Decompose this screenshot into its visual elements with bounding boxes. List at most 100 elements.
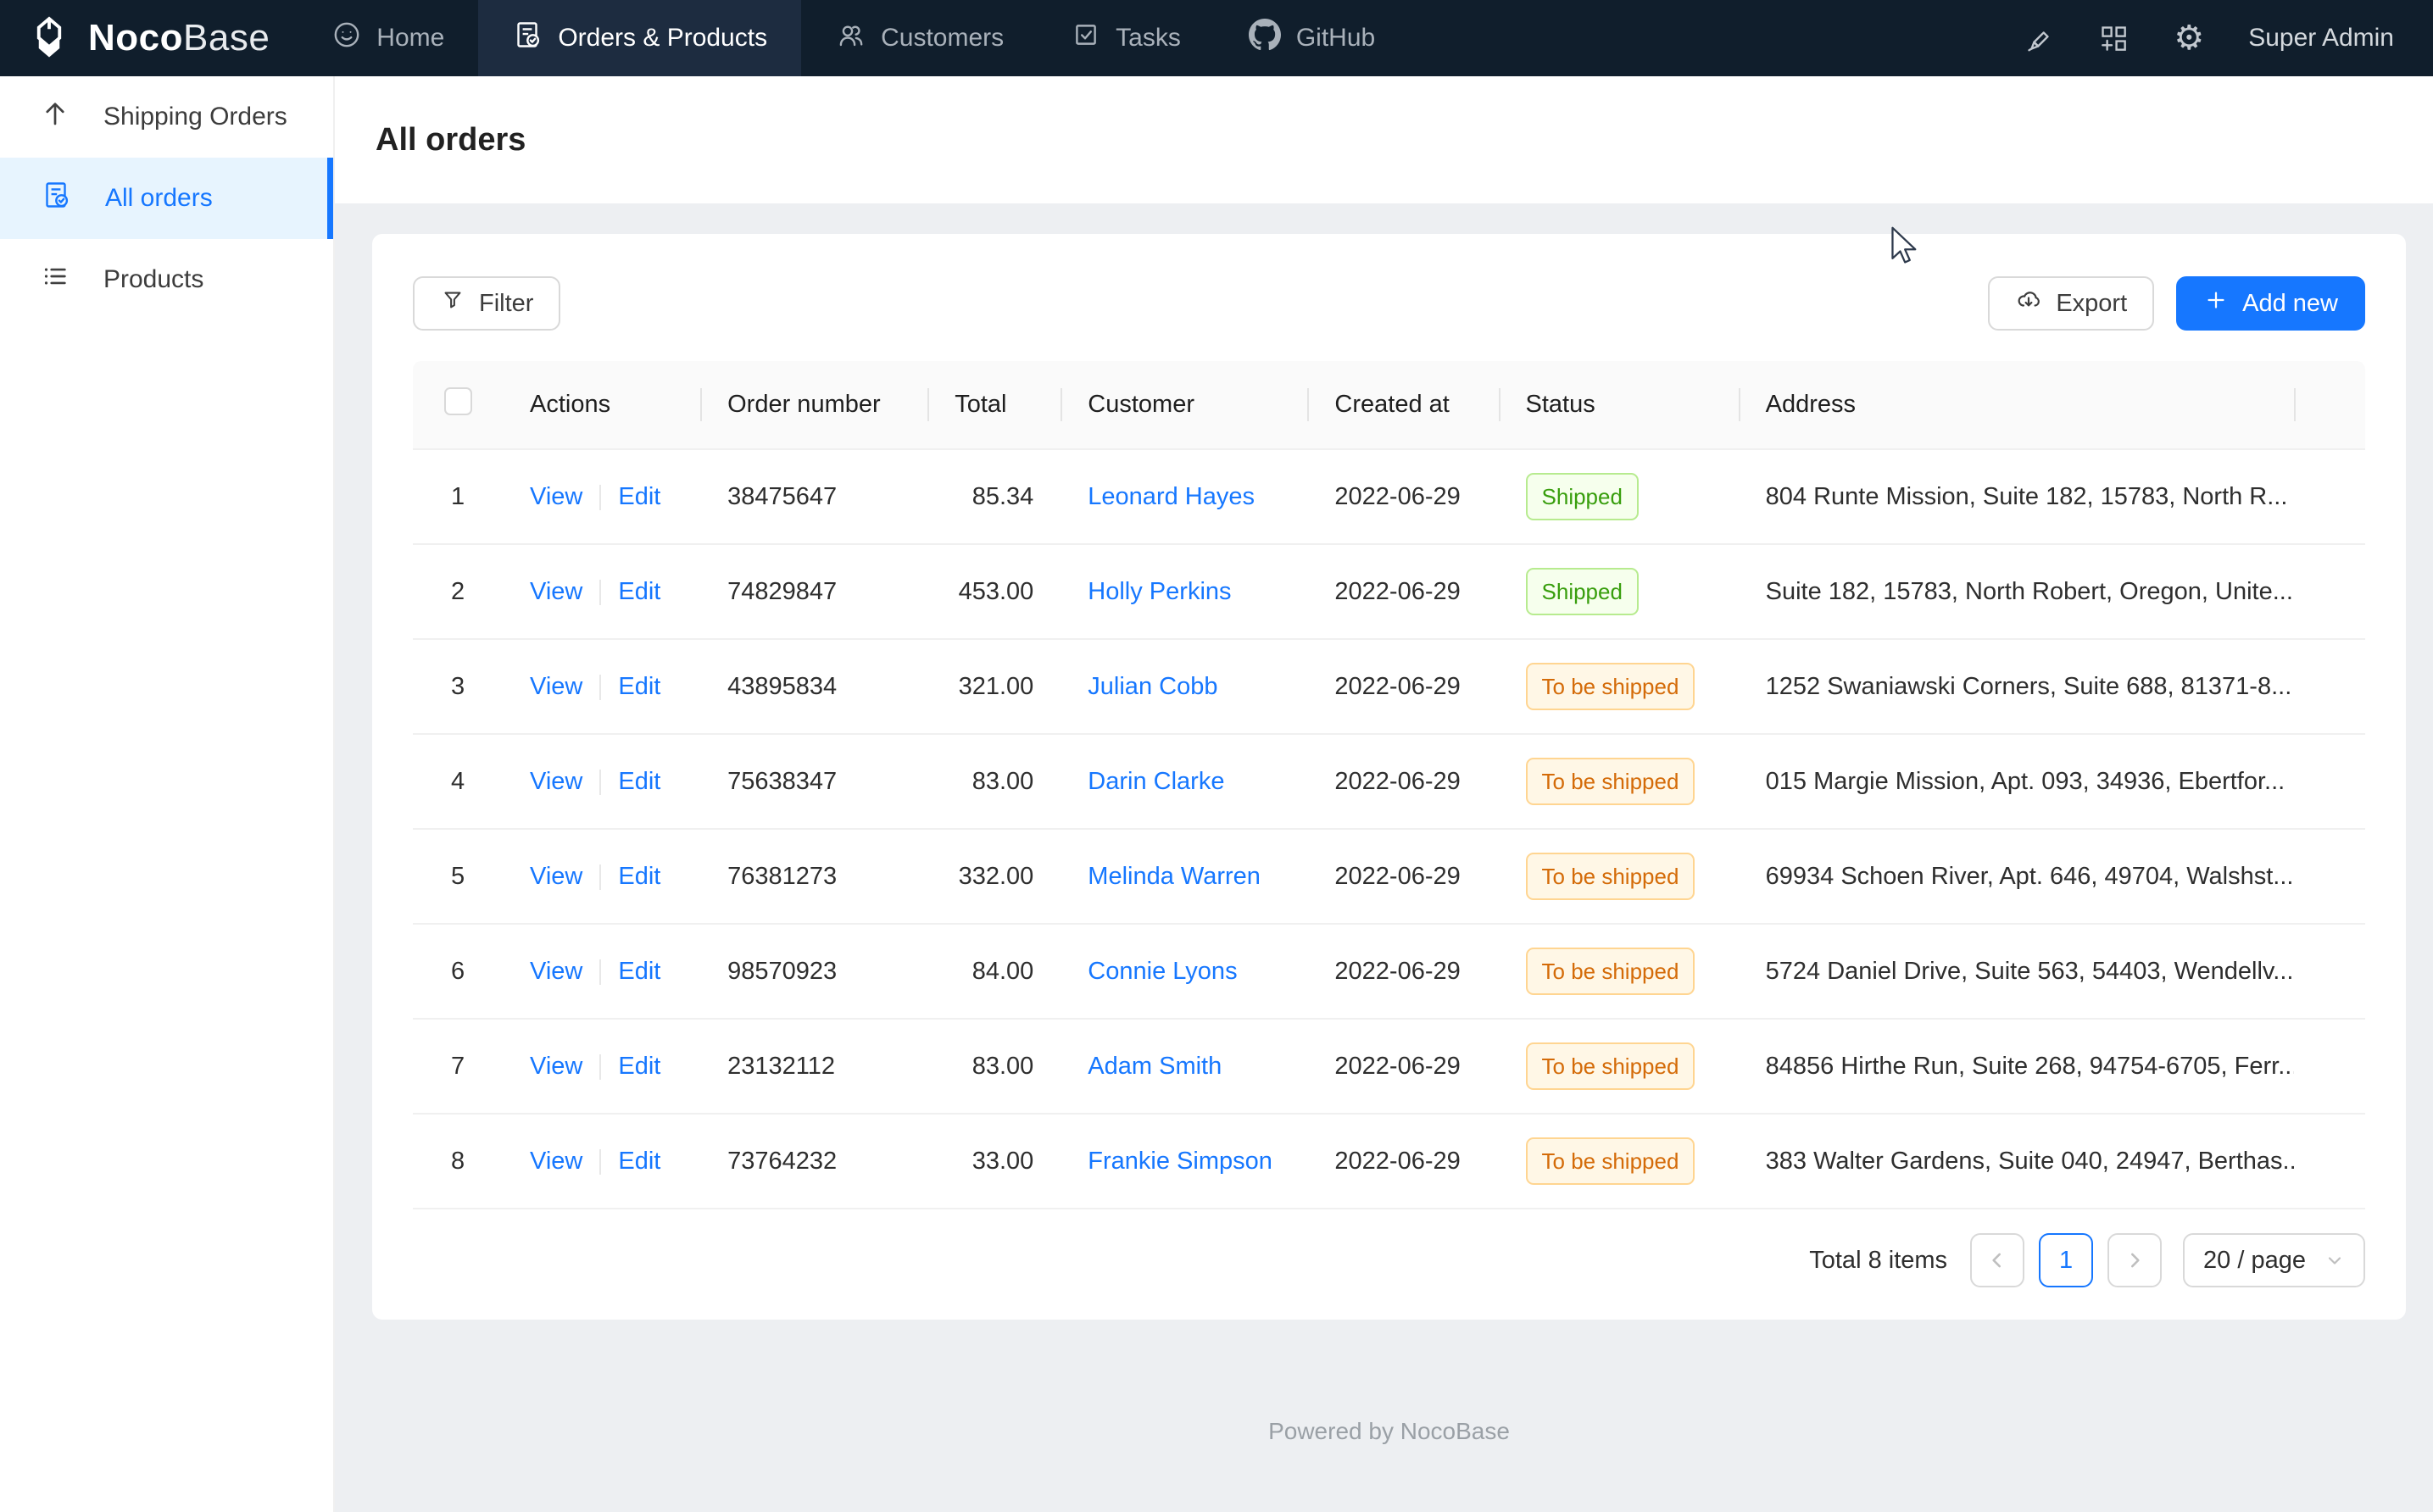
plus-icon — [2203, 287, 2229, 320]
nav-tabs: Home Orders & Products Cust — [298, 0, 1409, 76]
table-row[interactable]: 3 ViewEdit 43895834 321.00 Julian Cobb 2… — [413, 639, 2365, 734]
page-size-select[interactable]: 20 / page — [2183, 1233, 2365, 1287]
customer-link[interactable]: Holly Perkins — [1088, 578, 1231, 605]
customer-link[interactable]: Melinda Warren — [1088, 863, 1261, 890]
address-cell: 1252 Swaniawski Corners, Suite 688, 8137… — [1739, 639, 2294, 734]
actions-cell: View Edit — [503, 639, 700, 734]
total-cell: 84.00 — [927, 924, 1061, 1019]
customer-cell: Frankie Simpson — [1061, 1114, 1307, 1209]
view-link[interactable]: View — [530, 673, 582, 700]
nocobase-logo[interactable]: NocoBase — [0, 0, 298, 76]
sidebar-item-products[interactable]: Products — [0, 239, 333, 320]
pagination-total: Total 8 items — [1809, 1247, 1947, 1275]
address-cell: 84856 Hirthe Run, Suite 268, 94754-6705,… — [1739, 1019, 2294, 1114]
table-row[interactable]: 8 ViewEdit 73764232 33.00 Frankie Simpso… — [413, 1114, 2365, 1209]
prev-page-button[interactable] — [1970, 1233, 2024, 1287]
edit-link[interactable]: Edit — [618, 958, 660, 985]
table-toolbar: Filter Export — [413, 276, 2365, 331]
page-header: All orders — [335, 76, 2433, 203]
table-row[interactable]: 5 ViewEdit 76381273 332.00 Melinda Warre… — [413, 829, 2365, 924]
row-index: 2 — [451, 578, 465, 605]
address-cell: 5724 Daniel Drive, Suite 563, 54403, Wen… — [1739, 924, 2294, 1019]
check-square-icon — [1072, 20, 1100, 56]
total-cell: 83.00 — [927, 734, 1061, 829]
table-row[interactable]: 2 ViewEdit 74829847 453.00 Holly Perkins… — [413, 544, 2365, 639]
edit-link[interactable]: Edit — [618, 1148, 660, 1175]
add-new-button[interactable]: Add new — [2176, 276, 2365, 331]
customer-link[interactable]: Darin Clarke — [1088, 768, 1224, 795]
total-cell: 33.00 — [927, 1114, 1061, 1209]
table-row[interactable]: 7 ViewEdit 23132112 83.00 Adam Smith 202… — [413, 1019, 2365, 1114]
nav-tab-label: Tasks — [1116, 24, 1181, 53]
edit-link[interactable]: Edit — [618, 863, 660, 890]
edit-link[interactable]: Edit — [618, 768, 660, 795]
blocks-add-icon[interactable] — [2097, 22, 2130, 54]
sidebar: Shipping Orders All orders Products — [0, 76, 335, 1512]
gear-icon[interactable]: ⚙ — [2174, 21, 2204, 55]
action-divider — [599, 485, 601, 510]
nav-tab-home[interactable]: Home — [298, 0, 478, 76]
customer-cell: Julian Cobb — [1061, 639, 1307, 734]
edit-link[interactable]: Edit — [618, 578, 660, 605]
address-cell: Suite 182, 15783, North Robert, Oregon, … — [1739, 544, 2294, 639]
view-link[interactable]: View — [530, 863, 582, 890]
table-row[interactable]: 6 ViewEdit 98570923 84.00 Connie Lyons 2… — [413, 924, 2365, 1019]
view-link[interactable]: View — [530, 958, 582, 985]
customer-link[interactable]: Julian Cobb — [1088, 673, 1217, 700]
sidebar-item-shipping-orders[interactable]: Shipping Orders — [0, 76, 333, 158]
row-index: 6 — [451, 958, 465, 985]
actions-cell: View Edit — [503, 924, 700, 1019]
column-empty — [2294, 361, 2365, 449]
nav-tab-orders-products[interactable]: Orders & Products — [478, 0, 801, 76]
address-cell: 804 Runte Mission, Suite 182, 15783, Nor… — [1739, 449, 2294, 544]
table-row[interactable]: 4 ViewEdit 75638347 83.00 Darin Clarke 2… — [413, 734, 2365, 829]
nav-tab-tasks[interactable]: Tasks — [1038, 0, 1215, 76]
order-number-cell: 38475647 — [700, 449, 927, 544]
customer-link[interactable]: Leonard Hayes — [1088, 483, 1255, 510]
status-badge: To be shipped — [1526, 853, 1695, 900]
view-link[interactable]: View — [530, 578, 582, 605]
page-title: All orders — [376, 122, 526, 158]
list-icon — [41, 262, 70, 297]
status-cell: To be shipped — [1499, 734, 1739, 829]
customer-link[interactable]: Frankie Simpson — [1088, 1148, 1272, 1175]
nav-tab-label: Home — [376, 24, 444, 53]
created-at-cell: 2022-06-29 — [1307, 829, 1498, 924]
column-order-number: Order number — [700, 361, 927, 449]
action-divider — [599, 864, 601, 890]
highlighter-icon[interactable] — [2021, 22, 2053, 54]
page-1-button[interactable]: 1 — [2039, 1233, 2093, 1287]
add-new-label: Add new — [2242, 290, 2338, 318]
filter-button[interactable]: Filter — [413, 276, 560, 331]
next-page-button[interactable] — [2107, 1233, 2162, 1287]
status-cell: To be shipped — [1499, 924, 1739, 1019]
content-area: Filter Export — [335, 203, 2433, 1512]
actions-cell: View Edit — [503, 544, 700, 639]
edit-link[interactable]: Edit — [618, 1053, 660, 1080]
select-all-checkbox[interactable] — [444, 387, 472, 415]
user-menu[interactable]: Super Admin — [2248, 24, 2394, 53]
sidebar-item-label: Shipping Orders — [103, 103, 287, 131]
view-link[interactable]: View — [530, 483, 582, 510]
empty-cell — [2294, 829, 2365, 924]
table-row[interactable]: 1 ViewEdit 38475647 85.34 Leonard Hayes … — [413, 449, 2365, 544]
status-cell: Shipped — [1499, 449, 1739, 544]
chevron-down-icon — [2324, 1250, 2345, 1270]
edit-link[interactable]: Edit — [618, 673, 660, 700]
customer-link[interactable]: Adam Smith — [1088, 1053, 1222, 1080]
nav-tab-customers[interactable]: Customers — [801, 0, 1038, 76]
created-at-cell: 2022-06-29 — [1307, 639, 1498, 734]
view-link[interactable]: View — [530, 1053, 582, 1080]
view-link[interactable]: View — [530, 1148, 582, 1175]
customer-link[interactable]: Connie Lyons — [1088, 958, 1237, 985]
nocobase-logo-icon — [25, 13, 73, 64]
export-button[interactable]: Export — [1988, 276, 2154, 331]
page-size-value: 20 / page — [2203, 1247, 2306, 1275]
sidebar-item-all-orders[interactable]: All orders — [0, 158, 333, 239]
edit-link[interactable]: Edit — [618, 483, 660, 510]
status-badge: To be shipped — [1526, 948, 1695, 995]
view-link[interactable]: View — [530, 768, 582, 795]
powered-by-footer: Powered by NocoBase — [372, 1320, 2406, 1445]
select-all-header — [413, 361, 503, 449]
nav-tab-github[interactable]: GitHub — [1215, 0, 1409, 76]
